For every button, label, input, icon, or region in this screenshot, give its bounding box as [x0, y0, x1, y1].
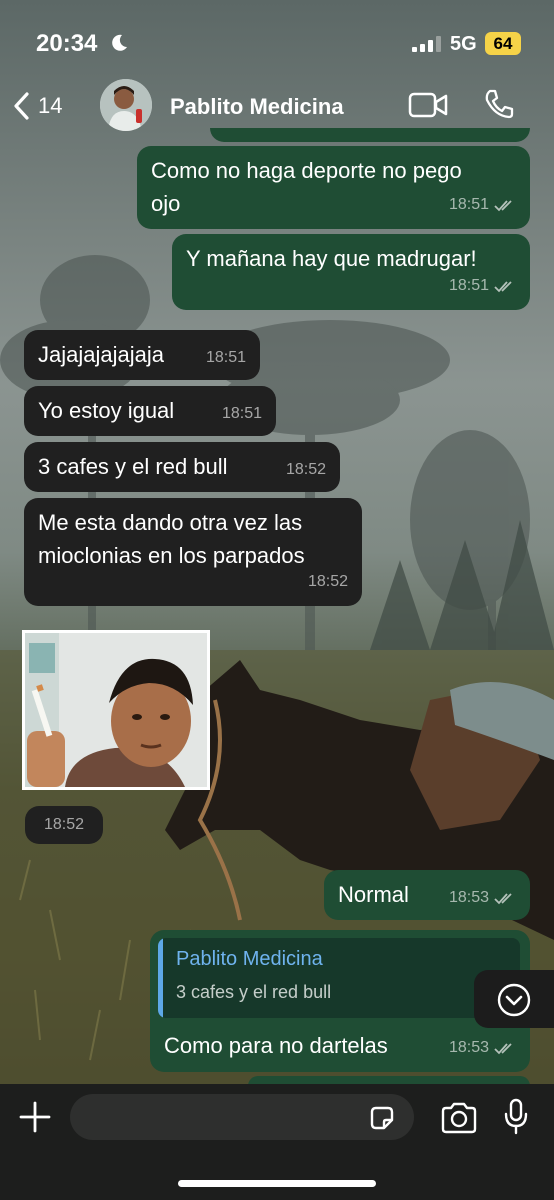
message-meta: 18:53 [449, 881, 516, 914]
reply-quote[interactable]: Pablito Medicina 3 cafes y el red bull [158, 938, 520, 1018]
message-time: 18:52 [285, 461, 326, 478]
message-image[interactable] [22, 630, 210, 790]
camera-icon[interactable] [440, 1102, 478, 1134]
battery-indicator: 64 [485, 32, 521, 55]
read-ticks-icon [494, 1042, 512, 1054]
message-input[interactable] [70, 1094, 414, 1140]
reply-accent-bar [158, 938, 163, 1018]
scroll-to-bottom-button[interactable] [474, 970, 554, 1028]
reply-author: Pablito Medicina [176, 948, 323, 970]
microphone-icon[interactable] [503, 1098, 529, 1136]
message-meta: 18:51 [222, 397, 262, 430]
unread-count: 14 [38, 93, 63, 118]
message-meta: 18:53 [449, 1031, 516, 1064]
message-incoming[interactable]: 3 cafes y el red bull 18:52 [24, 442, 340, 492]
previous-message-edge [210, 128, 530, 142]
network-type: 5G [450, 33, 477, 55]
status-time: 20:34 [36, 30, 98, 57]
message-meta: 18:51 [449, 269, 516, 302]
message-text-line: Como no haga deporte no pego [151, 158, 462, 183]
home-indicator [178, 1180, 376, 1187]
message-incoming[interactable]: Yo estoy igual 18:51 [24, 386, 276, 436]
back-button[interactable]: 14 [12, 88, 62, 124]
message-meta: 18:51 [206, 341, 246, 374]
message-text: 3 cafes y el red bull [38, 454, 228, 479]
status-bar: 20:34 5G 64 [0, 0, 554, 80]
image-message-time: 18:52 [25, 806, 103, 844]
moon-icon [112, 34, 127, 51]
signal-icon [412, 36, 441, 52]
message-time: 18:52 [307, 573, 348, 590]
message-time: 18:51 [448, 196, 489, 213]
message-meta: 18:51 [449, 188, 516, 221]
message-outgoing[interactable]: Normal 18:53 [324, 870, 530, 920]
plus-icon[interactable] [18, 1100, 52, 1134]
reply-quoted-text: 3 cafes y el red bull [176, 982, 332, 1002]
read-ticks-icon [494, 199, 512, 211]
back-chevron-icon [14, 92, 29, 120]
message-incoming[interactable]: Me esta dando otra vez las mioclonias en… [24, 498, 362, 606]
read-ticks-icon [494, 892, 512, 904]
phone-icon[interactable] [483, 88, 515, 120]
contact-name[interactable]: Pablito Medicina [170, 94, 344, 120]
message-meta: 18:52 [286, 453, 326, 486]
sticker-icon[interactable] [368, 1104, 396, 1132]
message-time: 18:53 [448, 1039, 489, 1056]
message-outgoing[interactable]: Como no haga deporte no pego ojo 18:51 [137, 146, 530, 229]
read-ticks-icon [494, 280, 512, 292]
composer-bar [0, 1084, 554, 1200]
message-incoming[interactable]: Jajajajajajaja 18:51 [24, 330, 260, 380]
message-text-line: Me esta dando otra vez las [38, 510, 303, 535]
message-time: 18:51 [205, 349, 246, 366]
message-time: 18:53 [448, 889, 489, 906]
message-time: 18:51 [448, 277, 489, 294]
message-text: Como para no dartelas [164, 1033, 388, 1058]
video-call-icon[interactable] [408, 90, 448, 120]
chevron-down-icon [497, 983, 531, 1017]
message-meta: 18:52 [308, 565, 348, 598]
message-text-line: mioclonias en los parpados [38, 543, 305, 568]
message-time: 18:51 [221, 405, 262, 422]
message-outgoing[interactable]: Y mañana hay que madrugar! 18:51 [172, 234, 530, 310]
avatar[interactable] [100, 79, 152, 131]
